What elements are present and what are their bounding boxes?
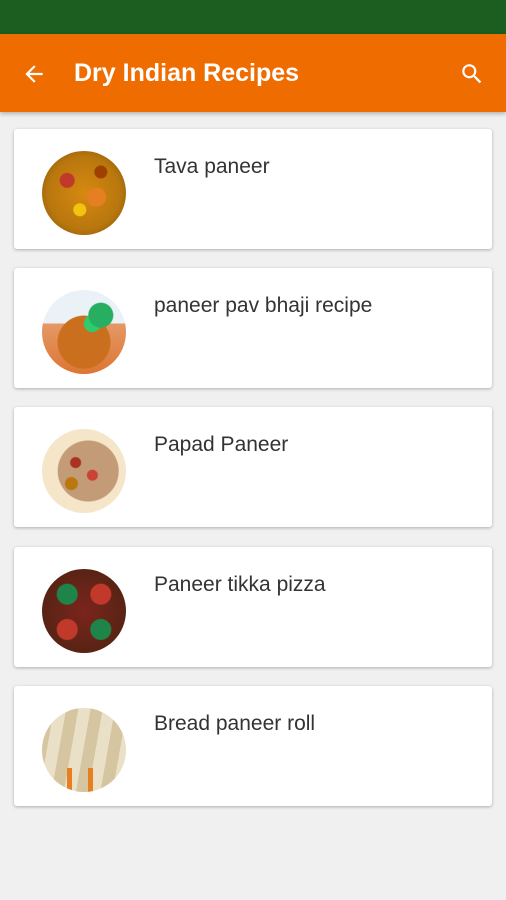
recipe-card[interactable]: Papad Paneer [14,407,492,527]
recipe-title: Tava paneer [154,155,270,178]
recipe-title: Paneer tikka pizza [154,573,326,596]
app-bar: Dry Indian Recipes [0,34,506,112]
status-bar [0,0,506,34]
search-icon [462,64,482,84]
recipe-card[interactable]: Tava paneer [14,129,492,249]
recipe-card[interactable]: Paneer tikka pizza [14,547,492,667]
recipe-card[interactable]: paneer pav bhaji recipe [14,268,492,388]
arrow-back-icon [25,65,43,83]
recipe-thumbnail [42,290,126,374]
recipe-title: Papad Paneer [154,433,289,456]
search-button[interactable] [452,54,492,94]
page-title: Dry Indian Recipes [74,59,300,87]
back-button[interactable] [14,54,54,94]
recipe-title: Bread paneer roll [154,712,316,735]
recipe-thumbnail [42,151,126,235]
recipe-card[interactable]: Bread paneer roll [14,686,492,806]
recipe-title: paneer pav bhaji recipe [154,294,373,317]
recipe-thumbnail [42,569,126,653]
recipe-thumbnail [42,429,126,513]
recipe-thumbnail [42,708,126,792]
